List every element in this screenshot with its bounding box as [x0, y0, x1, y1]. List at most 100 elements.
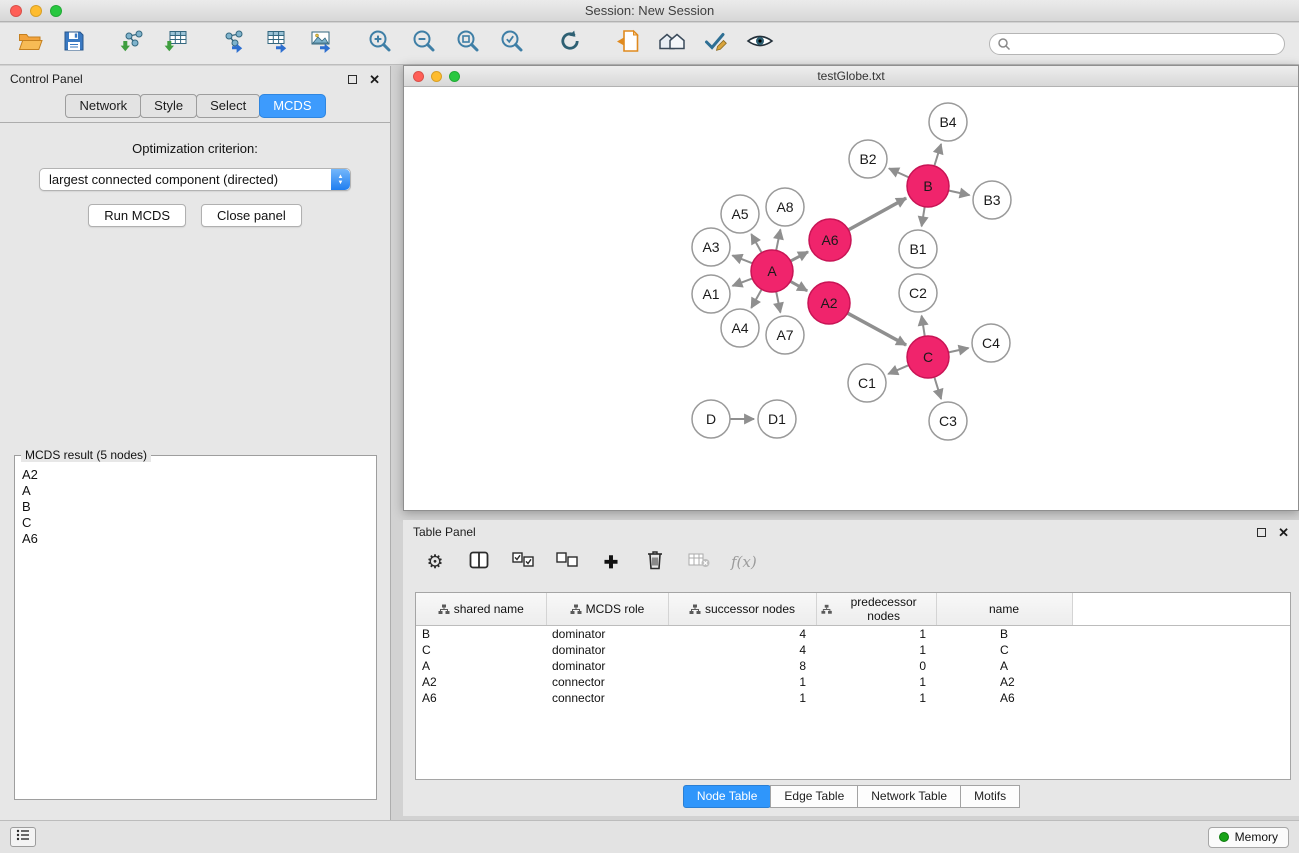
table-cell[interactable]: 1 — [816, 626, 936, 643]
edge-C-C3[interactable] — [934, 377, 941, 399]
table-cell[interactable]: 1 — [668, 674, 816, 690]
table-cell[interactable]: dominator — [546, 626, 668, 643]
graph-node-A7[interactable]: A7 — [766, 316, 804, 354]
deselect-all-button[interactable] — [555, 550, 579, 574]
column-header-successor-nodes[interactable]: successor nodes — [668, 593, 816, 626]
table-cell[interactable]: A6 — [936, 690, 1072, 706]
result-item[interactable]: A — [22, 483, 369, 499]
graph-node-C1[interactable]: C1 — [848, 364, 886, 402]
home-button[interactable] — [656, 28, 688, 60]
edge-A-A6[interactable] — [791, 252, 809, 261]
graph-node-C4[interactable]: C4 — [972, 324, 1010, 362]
delete-column-button[interactable] — [643, 550, 667, 574]
table-cell[interactable]: 1 — [816, 642, 936, 658]
column-header-name[interactable]: name — [936, 593, 1072, 626]
network-canvas[interactable]: B4B2BB3A5A8A6B1A3AC2A1A2A4A7C4CC1C3DD1 — [404, 88, 1298, 510]
tab-edge-table[interactable]: Edge Table — [770, 785, 858, 808]
table-cell[interactable]: connector — [546, 690, 668, 706]
tab-network-table[interactable]: Network Table — [857, 785, 961, 808]
first-neighbors-button[interactable] — [612, 28, 644, 60]
edge-B-B3[interactable] — [949, 191, 970, 196]
graph-node-C[interactable]: C — [907, 336, 949, 378]
graph-node-B3[interactable]: B3 — [973, 181, 1011, 219]
table-row[interactable]: A2connector11A2 — [416, 674, 1290, 690]
edge-C-C2[interactable] — [922, 316, 925, 337]
float-panel-icon[interactable] — [348, 75, 357, 84]
network-close-button[interactable] — [413, 71, 424, 82]
table-cell[interactable]: A6 — [416, 690, 546, 706]
zoom-in-button[interactable] — [364, 28, 396, 60]
close-panel-button[interactable]: Close panel — [201, 204, 302, 227]
graph-node-B4[interactable]: B4 — [929, 103, 967, 141]
result-item[interactable]: C — [22, 515, 369, 531]
edge-A-A8[interactable] — [776, 230, 780, 251]
edge-B-B1[interactable] — [922, 207, 925, 227]
edge-A-A3[interactable] — [732, 255, 752, 263]
result-item[interactable]: A6 — [22, 531, 369, 547]
column-header-predecessor-nodes[interactable]: predecessor nodes — [816, 593, 936, 626]
table-cell[interactable]: dominator — [546, 642, 668, 658]
import-table-button[interactable] — [160, 28, 192, 60]
column-visibility-button[interactable] — [467, 550, 491, 574]
graph-node-D[interactable]: D — [692, 400, 730, 438]
export-table-button[interactable] — [262, 28, 294, 60]
zoom-selected-button[interactable] — [496, 28, 528, 60]
maximize-window-button[interactable] — [50, 5, 62, 17]
graph-node-A8[interactable]: A8 — [766, 188, 804, 226]
table-row[interactable]: A6connector11A6 — [416, 690, 1290, 706]
table-cell[interactable]: A2 — [936, 674, 1072, 690]
minimize-window-button[interactable] — [30, 5, 42, 17]
table-cell[interactable]: B — [416, 626, 546, 643]
graph-node-B[interactable]: B — [907, 165, 949, 207]
edge-B-B4[interactable] — [934, 144, 941, 166]
task-history-button[interactable] — [10, 827, 36, 847]
import-network-button[interactable] — [116, 28, 148, 60]
table-row[interactable]: Bdominator41B — [416, 626, 1290, 643]
graph-node-A[interactable]: A — [751, 250, 793, 292]
table-cell[interactable]: A2 — [416, 674, 546, 690]
close-panel-icon[interactable]: ✕ — [369, 73, 380, 86]
network-maximize-button[interactable] — [449, 71, 460, 82]
function-builder-button[interactable]: f(x) — [731, 550, 757, 574]
delete-table-button[interactable] — [687, 550, 711, 574]
table-cell[interactable]: dominator — [546, 658, 668, 674]
edge-A-A2[interactable] — [790, 281, 807, 291]
search-input[interactable] — [989, 33, 1285, 55]
show-hide-button[interactable] — [744, 28, 776, 60]
edge-A-A7[interactable] — [776, 292, 780, 313]
graph-node-C3[interactable]: C3 — [929, 402, 967, 440]
table-cell[interactable]: 1 — [816, 674, 936, 690]
table-row[interactable]: Cdominator41C — [416, 642, 1290, 658]
result-item[interactable]: B — [22, 499, 369, 515]
close-window-button[interactable] — [10, 5, 22, 17]
graph-node-A4[interactable]: A4 — [721, 309, 759, 347]
tab-motifs[interactable]: Motifs — [960, 785, 1020, 808]
zoom-out-button[interactable] — [408, 28, 440, 60]
column-header-mcds-role[interactable]: MCDS role — [546, 593, 668, 626]
add-column-button[interactable]: ✚ — [599, 550, 623, 574]
table-cell[interactable]: A — [936, 658, 1072, 674]
table-cell[interactable]: connector — [546, 674, 668, 690]
graph-node-C2[interactable]: C2 — [899, 274, 937, 312]
edge-A6-B[interactable] — [848, 198, 906, 230]
export-image-button[interactable] — [306, 28, 338, 60]
graph-node-A5[interactable]: A5 — [721, 195, 759, 233]
save-session-button[interactable] — [58, 28, 90, 60]
table-cell[interactable]: B — [936, 626, 1072, 643]
edge-A-A5[interactable] — [751, 234, 761, 253]
apply-layout-button[interactable] — [554, 28, 586, 60]
annotation-check-button[interactable] — [700, 28, 732, 60]
graph-node-A2[interactable]: A2 — [808, 282, 850, 324]
table-cell[interactable]: C — [936, 642, 1072, 658]
table-cell[interactable]: 1 — [816, 690, 936, 706]
graph-node-B2[interactable]: B2 — [849, 140, 887, 178]
tab-node-table[interactable]: Node Table — [683, 785, 772, 808]
table-cell[interactable]: 1 — [668, 690, 816, 706]
memory-button[interactable]: Memory — [1208, 827, 1289, 848]
criterion-dropdown[interactable]: largest connected component (directed) ▲… — [39, 168, 351, 191]
result-item[interactable]: A2 — [22, 467, 369, 483]
tab-mcds[interactable]: MCDS — [259, 94, 325, 118]
table-cell[interactable]: C — [416, 642, 546, 658]
table-close-panel-icon[interactable]: ✕ — [1278, 526, 1289, 539]
table-float-panel-icon[interactable] — [1257, 528, 1266, 537]
